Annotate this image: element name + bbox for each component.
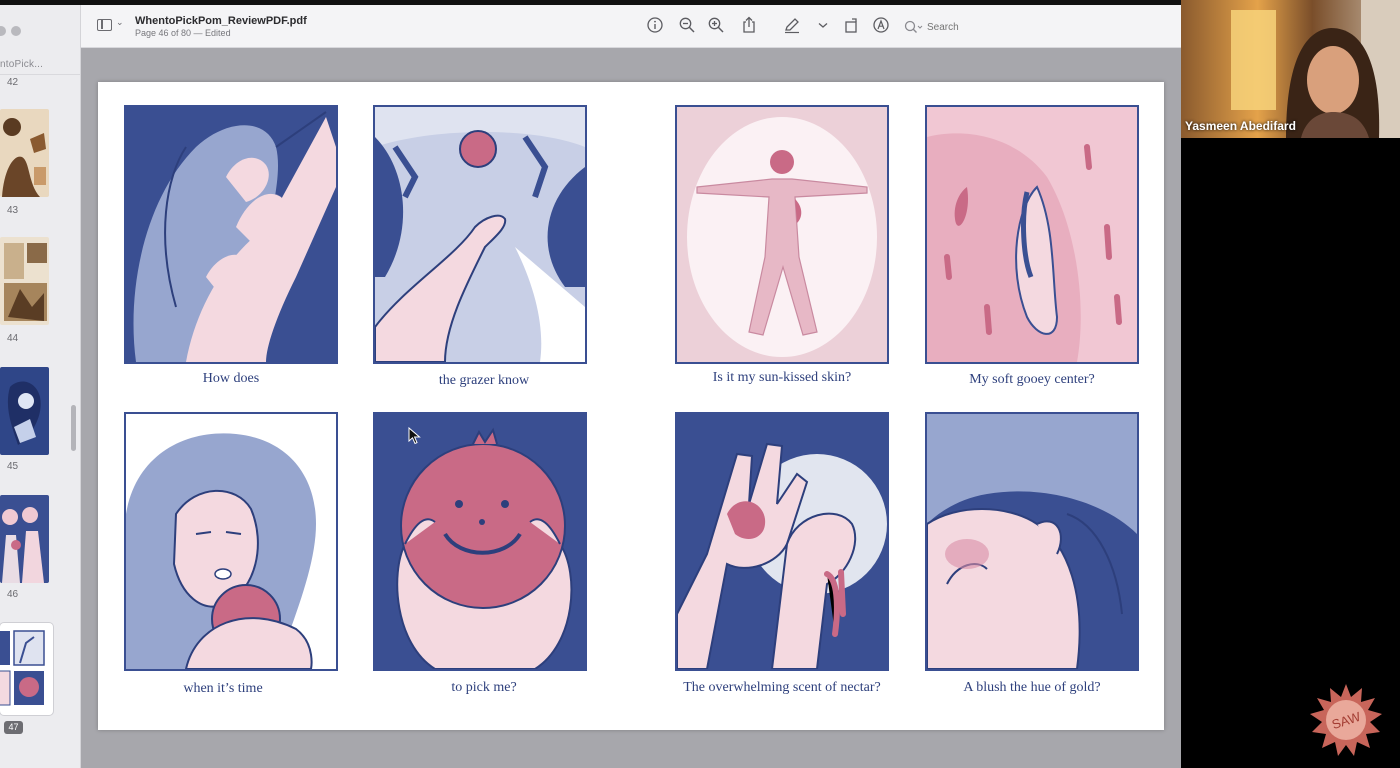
page-thumbnail-43[interactable] [0, 109, 49, 197]
comic-caption: when it’s time [183, 681, 263, 696]
current-page-badge: 47 [4, 721, 23, 734]
page-number-label: 42 [7, 77, 19, 88]
participant-video-feed [1181, 0, 1400, 138]
document-page-status: Page 46 of 80 — Edited [135, 28, 231, 38]
annotate-icon[interactable] [872, 16, 890, 34]
comic-caption: My soft gooey center? [969, 372, 1095, 387]
saw-logo: SAW [1310, 684, 1382, 756]
page-number-label: 44 [7, 333, 19, 344]
chevron-down-icon[interactable]: ⌄ [116, 17, 124, 28]
comic-panel-2 [373, 105, 587, 364]
pdf-page[interactable]: How does the grazer know Is it my sun-ki… [98, 82, 1164, 730]
sidebar-divider [0, 74, 80, 75]
page-number-label: 45 [7, 461, 19, 472]
comic-caption: The overwhelming scent of nectar? [683, 680, 881, 695]
share-icon[interactable] [740, 16, 758, 34]
search-icon [904, 20, 923, 33]
page-thumbnail-47-selected[interactable] [0, 623, 53, 715]
info-icon[interactable] [646, 16, 664, 34]
rotate-icon[interactable] [843, 16, 861, 34]
thumbnail-sidebar[interactable]: ntoPick... 42 43 44 45 46 47 [0, 5, 81, 768]
zoom-in-icon[interactable] [707, 16, 725, 34]
comic-caption: How does [202, 371, 260, 386]
page-thumbnail-44[interactable] [0, 237, 49, 325]
pdf-viewer-window: ntoPick... 42 43 44 45 46 47 ⌄ WhentoPic… [0, 0, 1181, 768]
markup-pen-icon[interactable] [783, 16, 801, 34]
sidebar-document-title: ntoPick... [0, 59, 44, 70]
mouse-cursor-icon [408, 427, 421, 445]
participant-video-tile[interactable]: Yasmeen Abedifard [1181, 0, 1400, 138]
comic-panel-1 [124, 105, 338, 364]
participant-name-label: Yasmeen Abedifard [1185, 119, 1296, 133]
comic-panel-5 [124, 412, 338, 671]
search-input[interactable] [927, 18, 1037, 36]
document-title: WhentoPickPom_ReviewPDF.pdf [135, 15, 307, 27]
sidebar-scrollbar[interactable] [71, 405, 76, 451]
comic-panel-3 [675, 105, 889, 364]
viewer-toolbar: ⌄ WhentoPickPom_ReviewPDF.pdf Page 46 of… [81, 5, 1181, 48]
sidebar-toggle-icon[interactable] [97, 19, 112, 31]
comic-caption: the grazer know [438, 373, 530, 388]
empty-video-area [1181, 138, 1400, 768]
comic-caption: Is it my sun-kissed skin? [712, 370, 852, 385]
comic-panel-6 [373, 412, 587, 671]
comic-panel-8 [925, 412, 1139, 671]
page-thumbnail-45[interactable] [0, 367, 49, 455]
window-control-dot[interactable] [0, 26, 6, 36]
zoom-out-icon[interactable] [678, 16, 696, 34]
window-control-dot[interactable] [11, 26, 21, 36]
document-canvas[interactable]: How does the grazer know Is it my sun-ki… [81, 48, 1181, 768]
page-thumbnail-46[interactable] [0, 495, 49, 583]
page-number-label: 43 [7, 205, 19, 216]
comic-panel-7 [675, 412, 889, 671]
comic-caption: to pick me? [451, 680, 517, 695]
chevron-down-icon[interactable] [814, 16, 832, 34]
comic-caption: A blush the hue of gold? [963, 680, 1101, 695]
search-field[interactable] [903, 18, 1037, 36]
comic-panel-4 [925, 105, 1139, 364]
page-number-label: 46 [7, 589, 19, 600]
